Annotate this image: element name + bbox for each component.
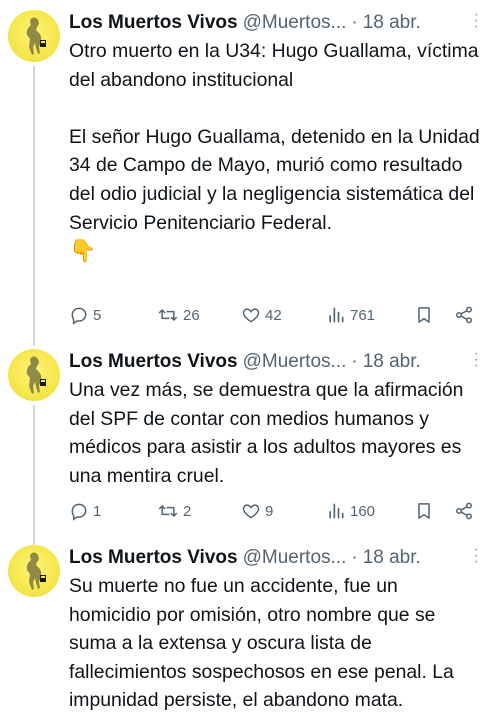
views-icon (329, 307, 344, 323)
like-button[interactable]: 42 (241, 303, 282, 327)
bookmark-button[interactable] (414, 303, 434, 327)
repost-icon (158, 309, 178, 321)
tweet-text: Su muerte no fue un accidente, fue un ho… (69, 575, 460, 712)
share-button[interactable] (454, 499, 474, 523)
skeleton-avatar-icon (26, 16, 46, 55)
more-options-icon[interactable]: · · · (474, 346, 479, 374)
author-name[interactable]: Los Muertos Vivos (69, 547, 238, 569)
repost-icon (158, 505, 178, 517)
tweet-date[interactable]: 18 abr. (363, 547, 421, 569)
tweet-date[interactable]: 18 abr. (363, 12, 421, 34)
author-handle[interactable]: @Muertos... (243, 547, 347, 569)
like-button[interactable]: 9 (241, 499, 273, 523)
tweet[interactable]: Los Muertos Vivos @Muertos... · 18 abr. … (0, 542, 495, 725)
share-icon (455, 502, 473, 520)
share-button[interactable] (454, 303, 474, 327)
tweet-text: Otro muerto en la U34: Hugo Guallama, ví… (69, 40, 480, 234)
like-count: 42 (265, 306, 282, 324)
views-button[interactable]: 160 (326, 499, 375, 523)
repost-button[interactable]: 26 (157, 303, 200, 327)
avatar[interactable] (8, 349, 60, 401)
author-name[interactable]: Los Muertos Vivos (69, 12, 238, 34)
tweet[interactable]: Los Muertos Vivos @Muertos... · 18 abr. … (0, 7, 495, 340)
separator: · (351, 12, 358, 33)
share-icon (455, 306, 473, 324)
skeleton-avatar-icon (26, 551, 46, 590)
heart-icon (242, 308, 260, 323)
more-options-icon[interactable]: · · · (474, 7, 479, 35)
repost-count: 26 (183, 306, 200, 324)
author-name[interactable]: Los Muertos Vivos (69, 351, 238, 373)
skeleton-avatar-icon (26, 355, 46, 394)
pointing-down-emoji: 👇 (69, 238, 97, 264)
view-count: 160 (350, 502, 376, 520)
author-handle[interactable]: @Muertos... (243, 12, 347, 34)
bookmark-button[interactable] (414, 499, 434, 523)
like-count: 9 (265, 502, 274, 520)
reply-count: 1 (93, 502, 102, 520)
views-icon (329, 503, 344, 519)
avatar[interactable] (8, 10, 60, 62)
reply-button[interactable]: 1 (69, 499, 101, 523)
repost-count: 2 (183, 502, 192, 520)
separator: · (351, 351, 358, 372)
reply-button[interactable]: 5 (69, 303, 101, 327)
bookmark-icon (418, 503, 430, 519)
tweet-actions: 1 2 9 160 (69, 499, 479, 523)
views-button[interactable]: 761 (326, 303, 375, 327)
tweet-actions: 5 26 42 761 (69, 303, 479, 327)
view-count: 761 (350, 306, 376, 324)
tweet-text: Una vez más, se demuestra que la afirmac… (69, 379, 469, 487)
separator: · (351, 547, 358, 568)
avatar[interactable] (8, 545, 60, 597)
reply-icon (71, 503, 87, 521)
more-options-icon[interactable]: · · · (474, 542, 479, 570)
tweet-date[interactable]: 18 abr. (363, 351, 421, 373)
heart-icon (242, 504, 260, 519)
author-handle[interactable]: @Muertos... (243, 351, 347, 373)
reply-icon (71, 307, 87, 325)
repost-button[interactable]: 2 (157, 499, 191, 523)
reply-count: 5 (93, 306, 102, 324)
bookmark-icon (418, 307, 430, 323)
